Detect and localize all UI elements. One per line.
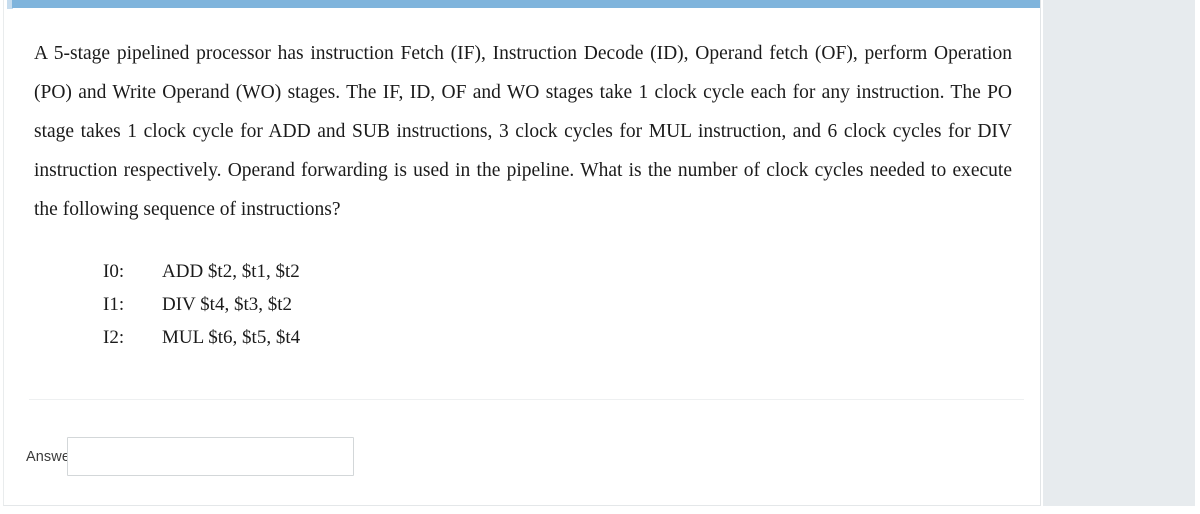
list-item: I0: ADD $t2, $t1, $t2 — [4, 255, 1040, 288]
instruction-text: MUL $t6, $t5, $t4 — [162, 327, 301, 348]
accent-bar — [12, 0, 1040, 8]
instruction-label: I0: — [103, 261, 125, 282]
instruction-label: I1: — [103, 294, 125, 315]
list-item: I1: DIV $t4, $t3, $t2 — [4, 288, 1040, 321]
section-divider — [29, 399, 1024, 400]
list-item: I2: MUL $t6, $t5, $t4 — [4, 321, 1040, 354]
answer-input[interactable] — [67, 437, 354, 476]
instruction-label: I2: — [103, 327, 125, 348]
instruction-text: DIV $t4, $t3, $t2 — [162, 294, 293, 315]
question-body: A 5-stage pipelined processor has instru… — [4, 8, 1040, 354]
instruction-list: I0: ADD $t2, $t1, $t2 I1: DIV $t4, $t3, … — [4, 229, 1040, 354]
answer-row: Answer: — [4, 437, 354, 476]
question-prompt: A 5-stage pipelined processor has instru… — [34, 43, 1012, 220]
question-card: A 5-stage pipelined processor has instru… — [3, 0, 1041, 506]
answer-label: Answer: — [26, 448, 80, 465]
right-side-panel — [1043, 0, 1195, 506]
instruction-text: ADD $t2, $t1, $t2 — [162, 261, 300, 282]
screenshot-root: A 5-stage pipelined processor has instru… — [0, 0, 1200, 514]
